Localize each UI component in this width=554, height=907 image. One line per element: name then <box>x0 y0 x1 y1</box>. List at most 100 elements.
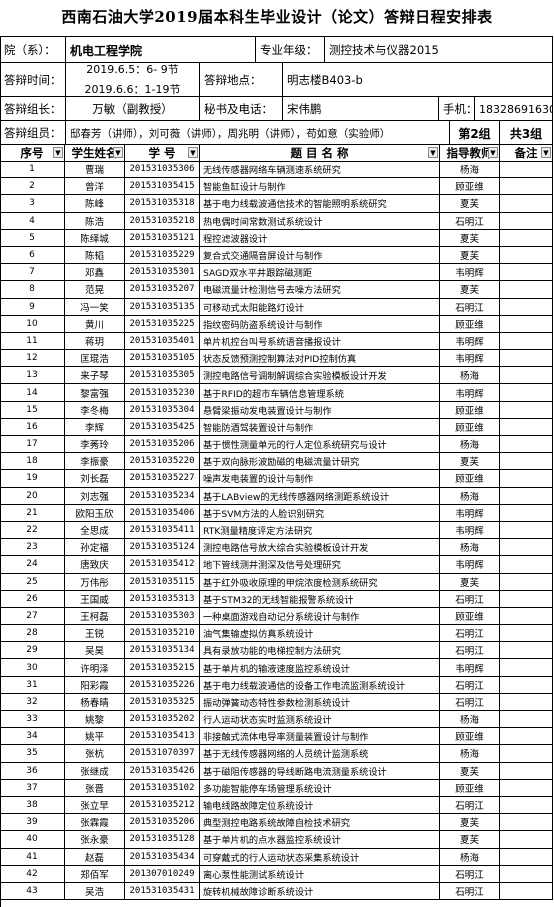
col-sid-header[interactable]: 学 号 ▼ <box>125 145 200 161</box>
row-advisor: 石明江 <box>440 212 500 229</box>
row-advisor: 杨海 <box>440 848 500 865</box>
row-student-id: 201531035425 <box>125 418 200 435</box>
row-advisor: 韦明辉 <box>440 264 500 281</box>
group-total: 共3组 <box>500 121 553 145</box>
row-advisor: 韦明辉 <box>440 350 500 367</box>
row-note <box>500 401 553 418</box>
row-student: 李辉 <box>65 418 125 435</box>
row-topic: SAGD双水平井跟踪磁测距 <box>200 264 440 281</box>
filter-dropdown-icon[interactable]: ▼ <box>53 147 63 158</box>
row-num: 1 <box>0 161 65 178</box>
row-topic: 电磁流量计检测信号去噪方法研究 <box>200 281 440 298</box>
table-row: 28 王锐 201531035210 油气集输虚拟仿真系统设计 石明江 <box>0 625 553 643</box>
row-student: 陈峰 <box>65 195 125 212</box>
row-note <box>500 521 553 539</box>
row-student: 范晃 <box>65 281 125 298</box>
row-advisor: 石明江 <box>440 882 500 900</box>
row-student: 王国威 <box>65 590 125 607</box>
row-num: 38 <box>0 796 65 814</box>
row-advisor: 韦明辉 <box>440 504 500 521</box>
row-advisor: 夏芙 <box>440 246 500 264</box>
row-advisor: 顾亚维 <box>440 418 500 435</box>
group-number: 第2组 <box>450 121 500 145</box>
row-topic: 基于SVM方法的人脸识别研究 <box>200 504 440 521</box>
row-note <box>500 642 553 659</box>
schedule-sheet: 西南石油大学2019届本科生毕业设计（论文）答辩日程安排表 院（系）： 机电工程… <box>0 0 554 907</box>
table-row: 14 黎富强 201531035230 基于RFID的超市车辆信息管理系统 韦明辉 <box>0 384 553 402</box>
row-topic: 一种桌面游戏自动记分系统设计与制作 <box>200 607 440 625</box>
row-advisor: 韦明辉 <box>440 384 500 401</box>
row-student: 郑佰军 <box>65 865 125 882</box>
col-num-label: 序号 <box>20 146 44 160</box>
row-topic: 基于单片机的输液速度监控系统设计 <box>200 659 440 676</box>
table-row: 24 唐致庆 201531035412 地下管线测井测深及信号处理研究 韦明辉 <box>0 556 553 574</box>
col-note-header[interactable]: 备注 ▼ <box>500 145 553 161</box>
table-row: 12 匡琨浩 201531035105 状态反馈预测控制算法对PID控制仿真 韦明辉 <box>0 350 553 368</box>
table-row: 9 冯一笑 201531035135 可移动式太阳能路灯设计 石明江 <box>0 298 553 316</box>
row-student-id: 201531035230 <box>125 384 200 401</box>
row-student-id: 201531035128 <box>125 831 200 848</box>
row-topic: 单片机控台叫号系统语音播报设计 <box>200 332 440 350</box>
row-student: 陈浩 <box>65 212 125 229</box>
row-student-id: 201531035318 <box>125 195 200 212</box>
row-student-id: 201531035124 <box>125 539 200 556</box>
row-student: 阳彩霞 <box>65 676 125 693</box>
row-student-id: 201531035406 <box>125 504 200 521</box>
row-note <box>500 487 553 504</box>
row-topic: 基于STM32的无线智能报警系统设计 <box>200 590 440 607</box>
filter-dropdown-icon[interactable]: ▼ <box>188 147 198 158</box>
table-row: 30 许明泽 201531035215 基于单片机的输液速度监控系统设计 韦明辉 <box>0 659 553 677</box>
row-student-id: 201531035102 <box>125 779 200 796</box>
row-num: 3 <box>0 195 65 212</box>
row-student: 姚黎 <box>65 711 125 728</box>
col-sid-label: 学 号 <box>148 146 176 160</box>
filter-dropdown-icon[interactable]: ▼ <box>541 147 551 158</box>
row-topic: 测控电路信号调制解调综合实验模板设计开发 <box>200 367 440 384</box>
row-topic: 测控电路信号放大综合实验模板设计开发 <box>200 539 440 556</box>
row-note <box>500 264 553 281</box>
row-student: 姚平 <box>65 728 125 745</box>
col-num-header[interactable]: 序号 ▼ <box>0 145 65 161</box>
row-student-id: 201531035220 <box>125 453 200 470</box>
row-num: 39 <box>0 814 65 831</box>
row-student: 李莠玲 <box>65 436 125 453</box>
row-num: 8 <box>0 281 65 298</box>
row-num: 22 <box>0 521 65 539</box>
table-row: 39 张霖霞 201531035206 典型测控电路系统故障自检技术研究 夏芙 <box>0 814 553 832</box>
leader-value: 万敏（副教授） <box>66 97 200 121</box>
row-topic: 输电线路故障定位系统设计 <box>200 796 440 814</box>
row-num: 10 <box>0 315 65 332</box>
table-row: 41 赵磊 201531035434 可穿戴式的行人运动状态采集系统设计 杨海 <box>0 848 553 866</box>
filter-dropdown-icon[interactable]: ▼ <box>488 147 498 158</box>
row-student: 王柯磊 <box>65 607 125 625</box>
row-student-id: 201531035306 <box>125 161 200 178</box>
row-student: 邓鑫 <box>65 264 125 281</box>
header-row-leader: 答辩组长： 万敏（副教授） 秘书及电话： 宋伟鹏 手机： 18328691630 <box>0 96 553 121</box>
row-student: 陈韬 <box>65 246 125 264</box>
row-note <box>500 246 553 264</box>
filter-dropdown-icon[interactable]: ▼ <box>428 147 438 158</box>
time-value: 2019.6.5：6- 9节 2019.6.6：1-19节 <box>66 63 200 97</box>
members-label: 答辩组员： <box>0 121 66 145</box>
leader-label: 答辩组长： <box>0 97 66 121</box>
row-num: 24 <box>0 556 65 573</box>
row-student: 刘长磊 <box>65 470 125 487</box>
col-student-header[interactable]: 学生姓名 ▼ <box>65 145 125 161</box>
row-note <box>500 229 553 246</box>
col-topic-header[interactable]: 题 目 名 称 ▼ <box>200 145 440 161</box>
row-advisor: 顾亚维 <box>440 779 500 796</box>
place-label: 答辩地点： <box>200 63 283 97</box>
column-header-row: 序号 ▼ 学生姓名 ▼ 学 号 ▼ 题 目 名 称 ▼ 指导教师 ▼ 备注 ▼ <box>0 144 553 162</box>
col-advisor-header[interactable]: 指导教师 ▼ <box>440 145 500 161</box>
row-student: 孙定福 <box>65 539 125 556</box>
row-student: 李冬梅 <box>65 401 125 418</box>
row-num: 34 <box>0 728 65 745</box>
row-num: 41 <box>0 848 65 865</box>
filter-dropdown-icon[interactable]: ▼ <box>113 147 123 158</box>
row-num: 31 <box>0 676 65 693</box>
row-topic: RTK测量精度评定方法研究 <box>200 521 440 539</box>
row-advisor: 韦明辉 <box>440 556 500 573</box>
row-note <box>500 659 553 676</box>
table-row: 26 王国威 201531035313 基于STM32的无线智能报警系统设计 石明江 <box>0 590 553 608</box>
table-row: 27 王柯磊 201531035303 一种桌面游戏自动记分系统设计与制作 顾亚维 <box>0 607 553 626</box>
